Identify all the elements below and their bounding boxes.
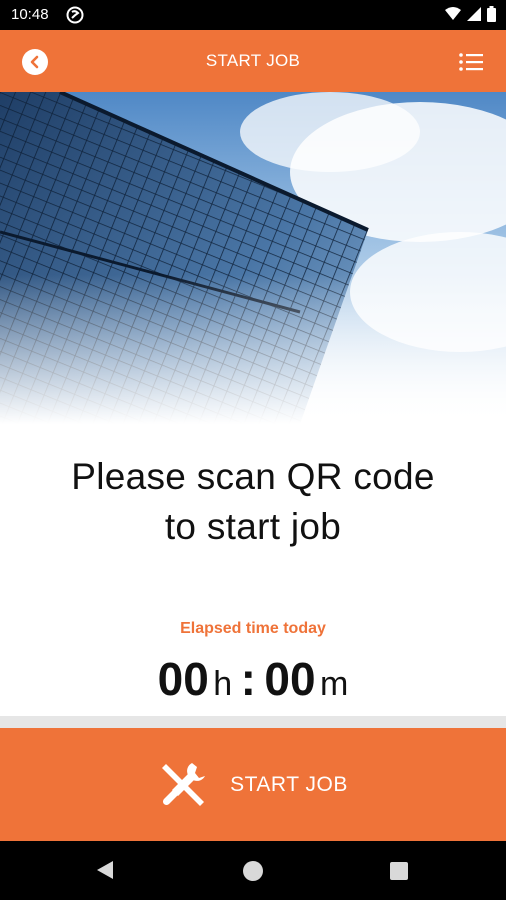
nav-recents-icon[interactable] [390, 862, 408, 880]
nav-back-icon[interactable] [96, 860, 114, 885]
battery-icon [487, 6, 496, 27]
nav-home-icon[interactable] [243, 861, 263, 881]
elapsed-time-label: Elapsed time today [180, 620, 326, 637]
back-arrow-icon[interactable] [22, 49, 48, 75]
elapsed-timer: 00 h : 00 m [0, 652, 506, 706]
divider [0, 716, 506, 728]
prompt-line-2: to start job [164, 506, 342, 547]
prompt-line-1: Please scan QR code [71, 456, 435, 497]
timer-minutes: 00 [264, 653, 316, 705]
tools-icon [158, 760, 208, 810]
status-bar: 10:48 [0, 0, 506, 30]
timer-hours-unit: h [213, 665, 233, 703]
signal-icon [467, 7, 481, 26]
app-bar: START JOB [0, 30, 506, 92]
status-icons [445, 6, 496, 27]
wifi-icon [445, 7, 461, 26]
timer-hours: 00 [157, 653, 209, 705]
start-job-label: START JOB [230, 772, 348, 796]
timer-separator: : [240, 653, 256, 705]
system-nav-bar [0, 841, 506, 900]
list-menu-icon[interactable] [458, 51, 484, 73]
status-time: 10:48 [11, 6, 49, 23]
page-title: START JOB [205, 51, 301, 70]
timer-minutes-unit: m [320, 665, 349, 703]
start-job-button[interactable]: START JOB [0, 728, 506, 841]
building-image [0, 92, 506, 424]
notification-icon [66, 6, 84, 24]
scan-prompt: Please scan QR code to start job [0, 452, 506, 552]
